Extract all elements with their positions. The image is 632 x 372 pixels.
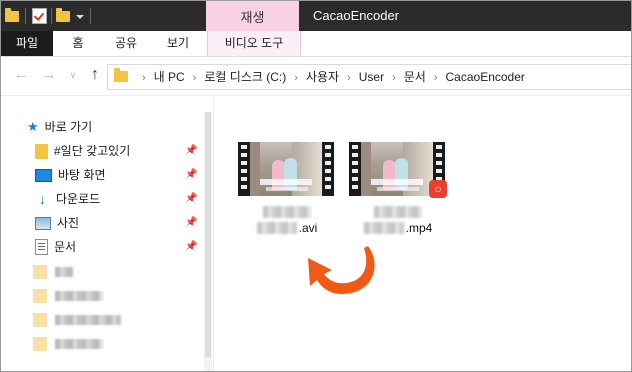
folder-icon (35, 143, 48, 159)
chevron-right-icon[interactable]: › (142, 72, 146, 84)
explorer-window: 재생 CacaoEncoder 파일 홈 공유 보기 비디오 도구 ← → ∨ … (0, 0, 632, 372)
sidebar-item-documents[interactable]: 문서 📌 (35, 237, 197, 257)
documents-icon (35, 239, 48, 255)
breadcrumb: › 내 PC › 로컬 디스크 (C:) › 사용자 › User › 문서 › CacaoEncod… (134, 65, 525, 89)
file-extension: .avi (298, 220, 318, 235)
video-frame-image (250, 142, 322, 196)
sidebar-item-blurred[interactable] (33, 335, 103, 353)
window-title: CacaoEncoder (313, 8, 399, 23)
tab-video-tools[interactable]: 비디오 도구 (207, 31, 301, 56)
crumb-local-disk[interactable]: 로컬 디스크 (C:) (204, 70, 286, 84)
file-extension: .mp4 (405, 220, 433, 235)
ribbon-tabs: 파일 홈 공유 보기 비디오 도구 (1, 31, 631, 57)
chevron-down-icon[interactable] (76, 15, 84, 19)
sidebar-scrollbar[interactable] (204, 112, 212, 371)
navigation-bar: ← → ∨ ↑ › 내 PC › 로컬 디스크 (C:) › 사용자 › User › 문서 › Ca… (1, 57, 631, 96)
crumb-cacaoencoder[interactable]: CacaoEncoder (446, 70, 525, 84)
sidebar-item-blurred[interactable] (33, 311, 121, 329)
blurred-label (55, 291, 103, 301)
folder-icon (33, 337, 47, 351)
curved-arrow-icon (308, 246, 375, 294)
sidebar-item-label: 다운로드 (56, 192, 101, 206)
sidebar-item-label: 바탕 화면 (58, 168, 106, 182)
star-icon: ★ (27, 119, 39, 134)
toolbar-divider (25, 8, 26, 24)
crumb-this-pc[interactable]: 내 PC (154, 70, 185, 84)
scrollbar-thumb[interactable] (205, 112, 211, 357)
sidebar-item-blurred[interactable] (33, 287, 103, 305)
chevron-right-icon[interactable]: › (347, 72, 351, 84)
blurred-filename (363, 221, 404, 234)
toolbar-divider (90, 8, 91, 24)
blurred-filename (374, 206, 422, 218)
quick-access-header[interactable]: ★ 바로 가기 (27, 118, 92, 136)
title-bar: 재생 CacaoEncoder (1, 1, 631, 31)
tab-file[interactable]: 파일 (1, 31, 53, 56)
crumb-users[interactable]: 사용자 (306, 70, 339, 84)
blurred-filename (263, 206, 311, 218)
sidebar-item-label: 사진 (57, 216, 80, 230)
file-list: .avi ○ .mp4 (214, 96, 631, 371)
tab-view[interactable]: 보기 (149, 31, 207, 56)
sidebar-item-blurred[interactable] (33, 263, 73, 281)
new-folder-icon[interactable] (56, 7, 70, 22)
up-arrow-icon[interactable]: ↑ (87, 67, 103, 83)
pictures-icon (35, 216, 51, 230)
film-strip-left (349, 142, 361, 196)
desktop-icon (35, 168, 52, 182)
toolbar-divider (51, 8, 52, 24)
video-thumbnail (238, 142, 334, 196)
film-strip-left (238, 142, 250, 196)
chevron-right-icon[interactable]: › (434, 72, 438, 84)
back-arrow-icon[interactable]: ← (13, 67, 29, 83)
quick-access-toolbar (5, 6, 97, 26)
tab-share[interactable]: 공유 (103, 31, 149, 56)
chevron-right-icon[interactable]: › (193, 72, 197, 84)
folder-icon (33, 313, 47, 327)
blurred-label (55, 267, 73, 277)
sidebar-item-pictures[interactable]: 사진 📌 (35, 213, 197, 233)
folder-icon (33, 289, 47, 303)
sidebar-item-keep[interactable]: #일단 갖고있기 📌 (35, 141, 197, 161)
gom-player-icon: ○ (429, 180, 447, 198)
blurred-filename (256, 221, 297, 234)
properties-icon[interactable] (32, 8, 47, 24)
pin-icon[interactable]: 📌 (185, 237, 197, 257)
blurred-label (55, 339, 103, 349)
sidebar-item-desktop[interactable]: 바탕 화면 📌 (35, 165, 197, 185)
pin-icon[interactable]: 📌 (185, 141, 197, 161)
recent-locations-chevron-icon[interactable]: ∨ (65, 67, 81, 83)
tab-home[interactable]: 홈 (53, 31, 103, 56)
quick-access-label: 바로 가기 (44, 120, 93, 134)
pin-icon[interactable]: 📌 (185, 189, 197, 209)
film-strip-right (322, 142, 334, 196)
pin-icon[interactable]: 📌 (185, 213, 197, 233)
crumb-user[interactable]: User (359, 70, 384, 84)
crumb-documents[interactable]: 문서 (404, 70, 426, 84)
pin-icon[interactable]: 📌 (185, 165, 197, 185)
folder-icon (33, 265, 47, 279)
blurred-label (55, 315, 121, 325)
address-bar[interactable]: › 내 PC › 로컬 디스크 (C:) › 사용자 › User › 문서 › CacaoEncod… (107, 64, 631, 90)
chevron-right-icon[interactable]: › (392, 72, 396, 84)
sidebar-item-label: 문서 (54, 240, 77, 254)
sidebar-item-downloads[interactable]: ↓ 다운로드 📌 (35, 189, 197, 209)
folder-icon[interactable] (5, 7, 19, 22)
sidebar-item-label: #일단 갖고있기 (54, 144, 131, 158)
video-frame-image (361, 142, 433, 196)
download-icon: ↓ (39, 191, 46, 207)
context-tab-play[interactable]: 재생 (206, 1, 299, 31)
chevron-right-icon[interactable]: › (294, 72, 298, 84)
navigation-pane: ★ 바로 가기 #일단 갖고있기 📌 바탕 화면 📌 ↓ 다운로드 📌 사진 📌… (1, 96, 214, 371)
forward-arrow-icon[interactable]: → (41, 67, 57, 83)
address-folder-icon (114, 68, 128, 82)
